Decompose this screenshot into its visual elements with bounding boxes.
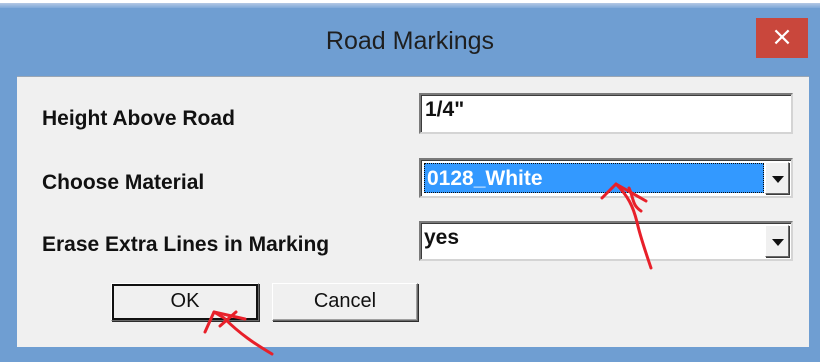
material-dropdown-button[interactable] [765, 162, 789, 194]
dialog-body: Height Above Road 1/4" Choose Material 0… [17, 76, 809, 347]
material-selected-value: 0128_White [424, 163, 764, 193]
height-value: 1/4" [425, 98, 465, 121]
material-select[interactable]: 0128_White [419, 158, 793, 198]
chevron-down-icon [772, 239, 784, 246]
dialog-window: Road Markings × Height Above Road 1/4" C… [0, 0, 820, 362]
height-input[interactable]: 1/4" [419, 93, 793, 134]
erase-dropdown-button[interactable] [765, 225, 789, 257]
erase-select[interactable]: yes [419, 221, 793, 261]
cancel-button[interactable]: Cancel [272, 283, 418, 321]
title-bar[interactable]: Road Markings × [0, 8, 820, 76]
window-title: Road Markings [325, 27, 495, 55]
erase-selected-value: yes [424, 226, 460, 249]
erase-label: Erase Extra Lines in Marking [42, 233, 330, 256]
material-label: Choose Material [42, 171, 205, 194]
window-top-edge [0, 0, 820, 8]
chevron-down-icon [772, 176, 784, 183]
height-label: Height Above Road [42, 107, 235, 130]
ok-button[interactable]: OK [111, 283, 259, 321]
close-button[interactable]: × [756, 18, 808, 58]
close-icon: × [771, 22, 793, 52]
